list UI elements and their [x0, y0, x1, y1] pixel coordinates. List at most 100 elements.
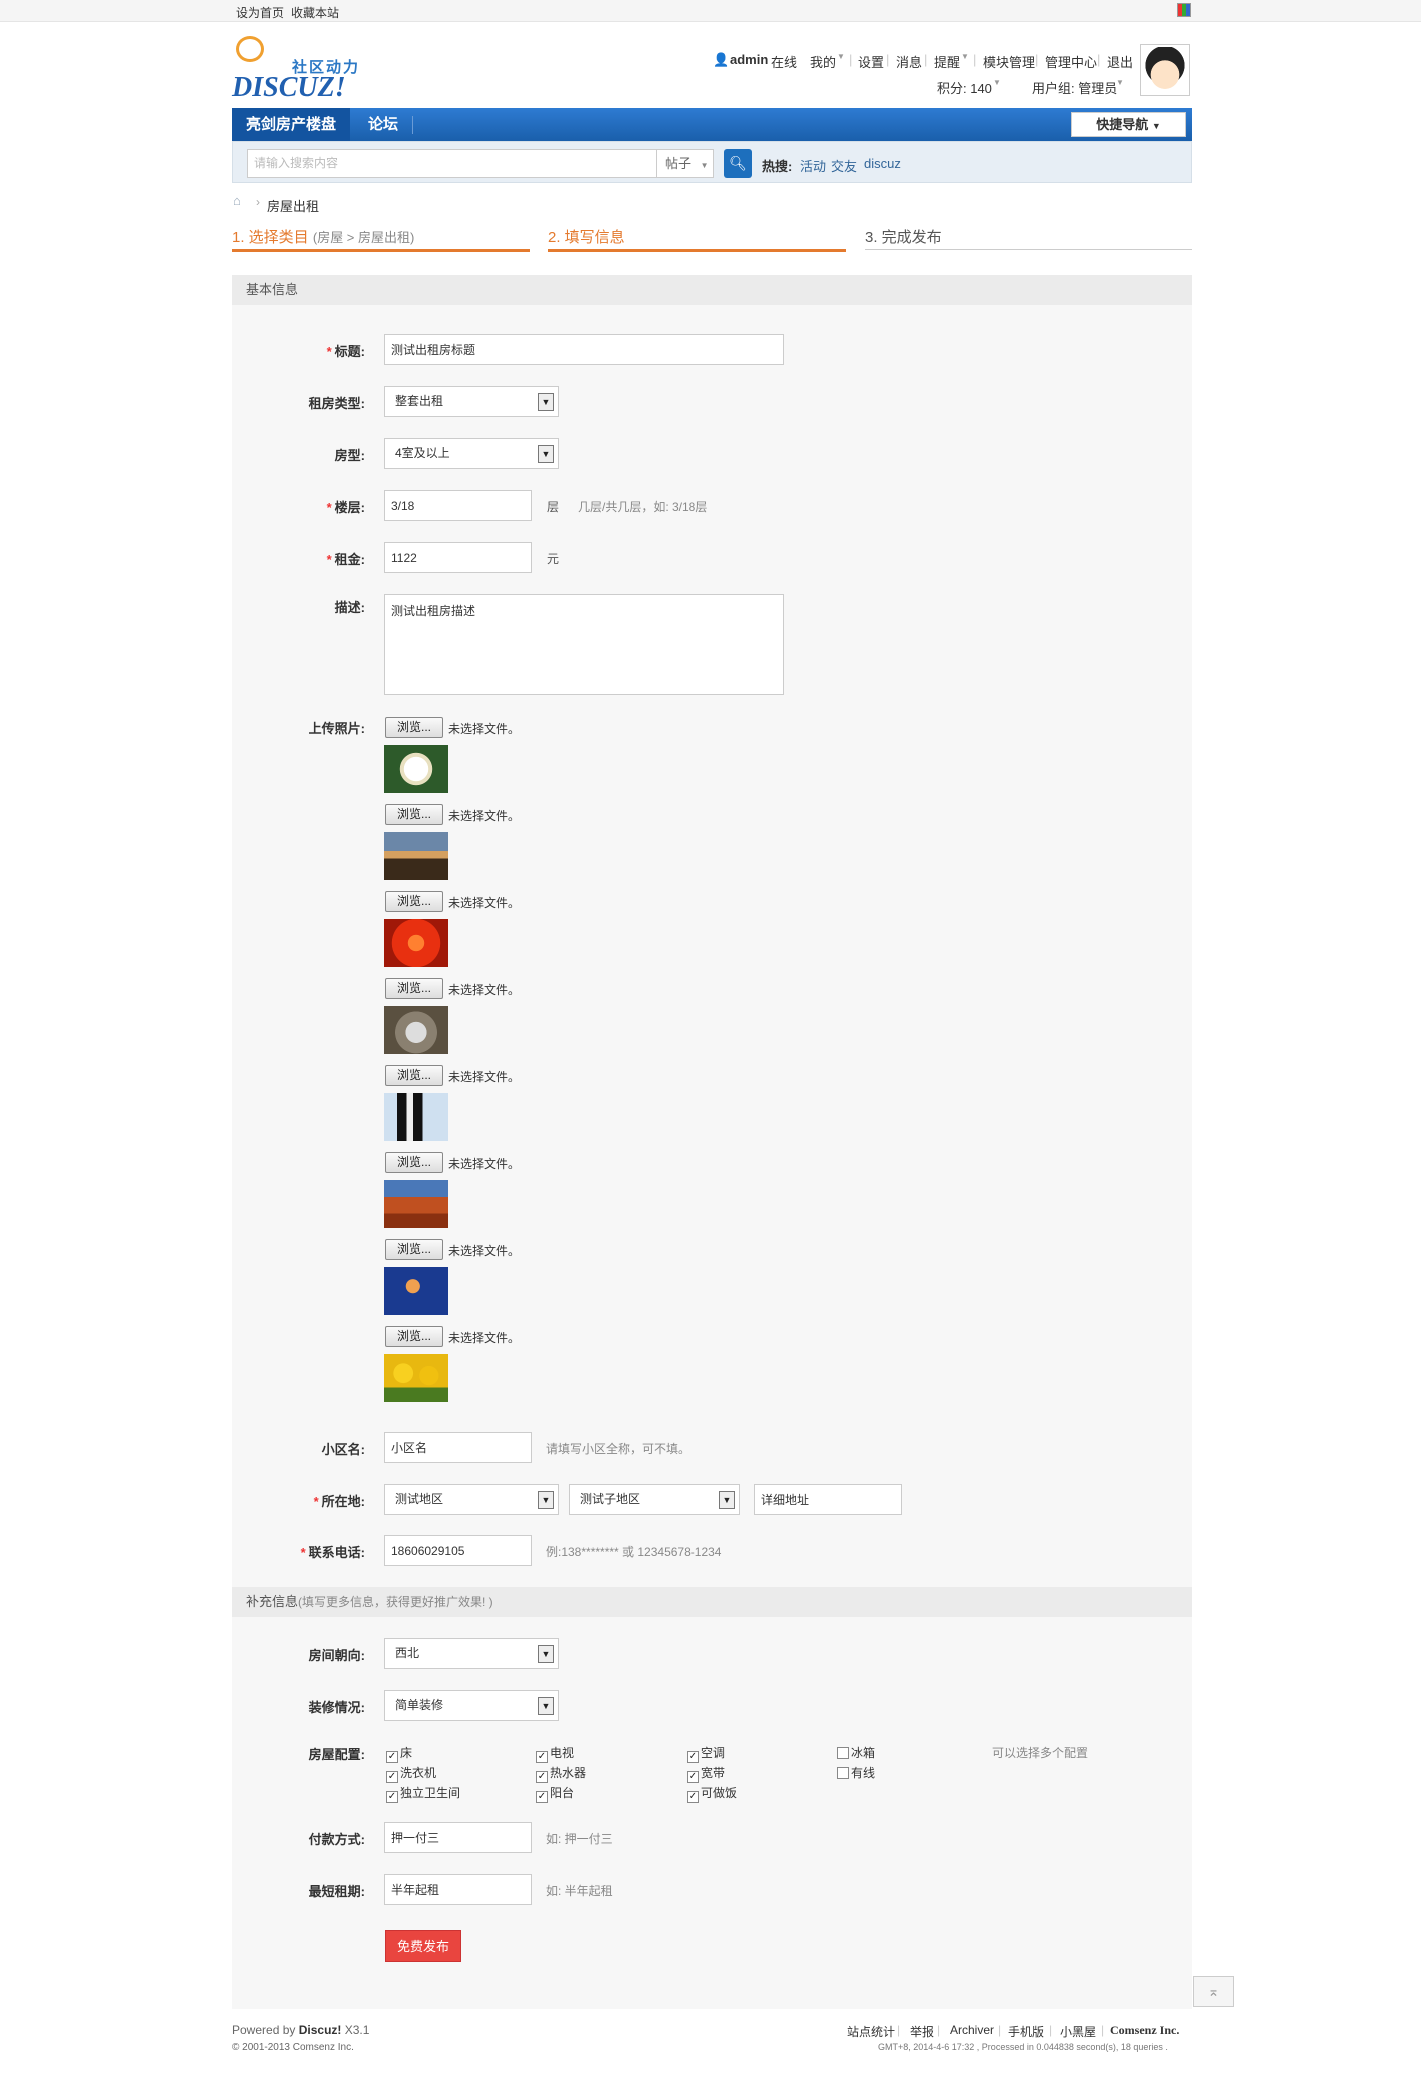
points-menu[interactable]: 积分: 140	[937, 78, 992, 97]
search-type-select[interactable]: 帖子 ▼	[656, 149, 714, 178]
hot-search-link[interactable]: 交友	[831, 156, 857, 175]
decoration-value: 简单装修	[395, 1698, 444, 1712]
search-button[interactable]: 🔍︎	[724, 149, 752, 178]
no-file-text: 未选择文件。	[448, 1070, 521, 1084]
browse-button[interactable]: 浏览...	[385, 804, 443, 825]
browse-button[interactable]: 浏览...	[385, 1065, 443, 1086]
hot-search-link[interactable]: 活动	[800, 156, 826, 175]
powered-by: Powered by Discuz! X3.1	[232, 2023, 370, 2037]
checkbox-icon[interactable]: ✓	[536, 1751, 548, 1763]
community-label: 小区名:	[321, 1442, 365, 1457]
admin-center-link[interactable]: 管理中心	[1045, 52, 1097, 71]
browse-button[interactable]: 浏览...	[385, 1326, 443, 1347]
payment-input[interactable]: 押一付三	[384, 1822, 532, 1853]
orientation-select[interactable]: 西北 ▼	[384, 1638, 559, 1669]
config-checkbox[interactable]: ✓ 床	[386, 1744, 412, 1763]
settings-link[interactable]: 设置	[858, 52, 884, 71]
back-to-top-button[interactable]: ⌅	[1193, 1976, 1234, 2007]
config-checkbox[interactable]: ✓ 独立卫生间	[386, 1784, 460, 1803]
step-1[interactable]: 1. 选择类目 (房屋 > 房屋出租)	[232, 226, 414, 247]
floor-unit: 层	[547, 500, 560, 514]
arrow-up-icon: ⌅	[1207, 1983, 1220, 1999]
browse-button[interactable]: 浏览...	[385, 891, 443, 912]
community-input[interactable]: 小区名	[384, 1432, 532, 1463]
config-checkbox[interactable]: ✓ 空调	[687, 1744, 725, 1763]
title-label: * 标题:	[326, 344, 365, 359]
config-checkbox[interactable]: ✓ 电视	[536, 1744, 574, 1763]
config-checkbox[interactable]: ✓ 阳台	[536, 1784, 574, 1803]
config-checkbox[interactable]: ✓ 宽带	[687, 1764, 725, 1783]
location-label: * 所在地:	[313, 1494, 365, 1509]
usergroup-menu[interactable]: 用户组: 管理员	[1032, 78, 1117, 97]
browse-button[interactable]: 浏览...	[385, 1152, 443, 1173]
footer-link-stats[interactable]: 站点统计	[847, 2023, 895, 2040]
messages-link[interactable]: 消息	[896, 52, 922, 71]
title-input[interactable]: 测试出租房标题	[384, 334, 784, 365]
style-switch-icon[interactable]	[1177, 3, 1191, 17]
region-select[interactable]: 测试地区 ▼	[384, 1484, 559, 1515]
decoration-select[interactable]: 简单装修 ▼	[384, 1690, 559, 1721]
config-checkbox[interactable]: ✓ 洗衣机	[386, 1764, 436, 1783]
checkbox-icon[interactable]: ✓	[386, 1771, 398, 1783]
hot-search-link[interactable]: discuz	[864, 156, 901, 171]
config-checkbox[interactable]: 冰箱	[837, 1744, 875, 1761]
photos-label: 上传照片:	[308, 721, 365, 736]
footer-link-archiver[interactable]: Archiver	[950, 2023, 994, 2037]
set-home-link[interactable]: 设为首页	[236, 4, 284, 21]
breadcrumb-current[interactable]: 房屋出租	[267, 196, 319, 215]
phone-input[interactable]: 18606029105	[384, 1535, 532, 1566]
quick-nav-button[interactable]: 快捷导航 ▼	[1071, 112, 1186, 137]
checkbox-icon[interactable]: ✓	[687, 1771, 699, 1783]
payment-hint: 如: 押一付三	[546, 1832, 613, 1846]
config-checkbox[interactable]: ✓ 可做饭	[687, 1784, 737, 1803]
address-input[interactable]: 详细地址	[754, 1484, 902, 1515]
room-type-select[interactable]: 4室及以上 ▼	[384, 438, 559, 469]
module-admin-link[interactable]: 模块管理	[983, 52, 1035, 71]
rent-type-select[interactable]: 整套出租 ▼	[384, 386, 559, 417]
config-checkbox[interactable]: 有线	[837, 1764, 875, 1781]
checkbox-icon[interactable]: ✓	[386, 1791, 398, 1803]
config-checkbox-label: 洗衣机	[400, 1766, 437, 1780]
logo-text-en[interactable]: DISCUZ!	[232, 72, 346, 104]
checkbox-icon[interactable]	[837, 1747, 849, 1759]
checkbox-icon[interactable]: ✓	[536, 1791, 548, 1803]
submit-button[interactable]: 免费发布	[385, 1930, 461, 1962]
nav-item-realestate[interactable]: 亮剑房产楼盘	[232, 108, 350, 141]
floor-input[interactable]: 3/18	[384, 490, 532, 521]
checkbox-icon[interactable]: ✓	[536, 1771, 548, 1783]
footer-link-report[interactable]: 举报	[910, 2023, 934, 2040]
browse-button[interactable]: 浏览...	[385, 1239, 443, 1260]
username-link[interactable]: admin	[730, 52, 768, 67]
desc-textarea[interactable]: 测试出租房描述	[384, 594, 784, 695]
avatar[interactable]	[1140, 44, 1190, 96]
footer-link-mobile[interactable]: 手机版	[1008, 2023, 1044, 2040]
config-checkbox[interactable]: ✓ 热水器	[536, 1764, 586, 1783]
checkbox-icon[interactable]: ✓	[687, 1751, 699, 1763]
config-checkbox-label: 电视	[550, 1746, 575, 1760]
footer-link-blackroom[interactable]: 小黑屋	[1060, 2023, 1096, 2040]
nav-item-forum[interactable]: 论坛	[358, 108, 408, 141]
mine-menu[interactable]: 我的	[810, 52, 836, 71]
logout-link[interactable]: 退出	[1107, 52, 1133, 71]
search-type-label: 帖子	[665, 156, 692, 171]
search-icon: 🔍︎	[729, 155, 747, 171]
subregion-select[interactable]: 测试子地区 ▼	[569, 1484, 740, 1515]
browse-button[interactable]: 浏览...	[385, 717, 443, 738]
chevron-down-icon: ▼	[538, 1645, 554, 1663]
footer-company[interactable]: Comsenz Inc.	[1110, 2023, 1179, 2038]
checkbox-icon[interactable]: ✓	[687, 1791, 699, 1803]
home-icon[interactable]: ⌂	[233, 194, 247, 207]
config-hint: 可以选择多个配置	[992, 1746, 1089, 1760]
online-status[interactable]: 在线	[771, 52, 797, 71]
checkbox-icon[interactable]: ✓	[386, 1751, 398, 1763]
chevron-down-icon: ▼	[1116, 78, 1124, 87]
config-checkbox-label: 床	[400, 1746, 413, 1760]
min-term-input[interactable]: 半年起租	[384, 1874, 532, 1905]
desc-label: 描述:	[334, 600, 365, 615]
checkbox-icon[interactable]	[837, 1767, 849, 1779]
bookmark-link[interactable]: 收藏本站	[291, 4, 339, 21]
browse-button[interactable]: 浏览...	[385, 978, 443, 999]
search-input[interactable]: 请输入搜索内容	[247, 149, 657, 178]
rent-input[interactable]: 1122	[384, 542, 532, 573]
reminders-link[interactable]: 提醒	[934, 52, 960, 71]
